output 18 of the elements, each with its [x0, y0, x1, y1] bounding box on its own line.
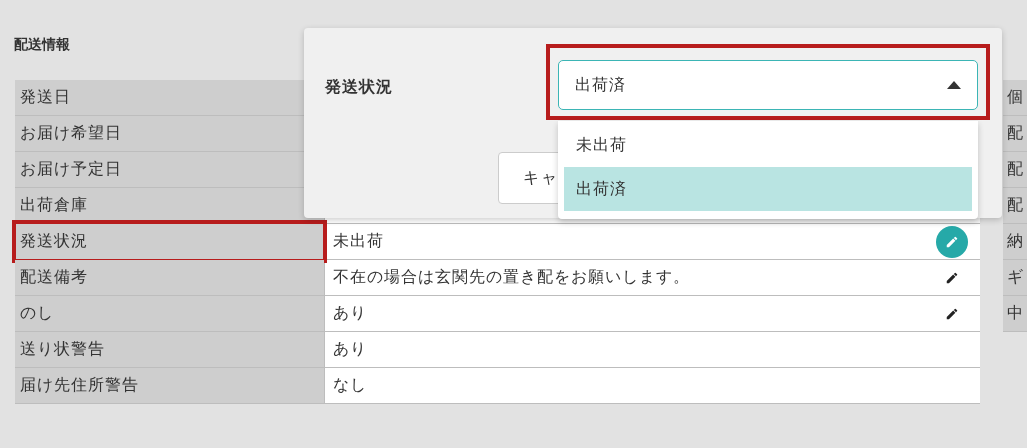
field-label: 配送備考 [15, 260, 324, 295]
field-value: 未出荷 [333, 231, 384, 252]
field-label: 配 [1003, 116, 1027, 152]
field-value: あり [333, 339, 367, 360]
field-value: なし [333, 375, 367, 396]
field-label: 中 [1003, 296, 1027, 332]
field-label: 個 [1003, 80, 1027, 116]
field-label: 届け先住所警告 [15, 368, 324, 403]
field-label: のし [15, 296, 324, 331]
field-value: 不在の場合は玄関先の置き配をお願いします。 [333, 267, 690, 288]
field-value: あり [333, 303, 367, 324]
field-label: 発送状況 [325, 77, 393, 98]
field-label: 配 [1003, 188, 1027, 224]
field-label: 納 [1003, 224, 1027, 260]
field-label: 配 [1003, 152, 1027, 188]
field-label: ギ [1003, 260, 1027, 296]
field-label: 送り状警告 [15, 332, 324, 367]
section-title: 配送情報 [14, 36, 71, 54]
